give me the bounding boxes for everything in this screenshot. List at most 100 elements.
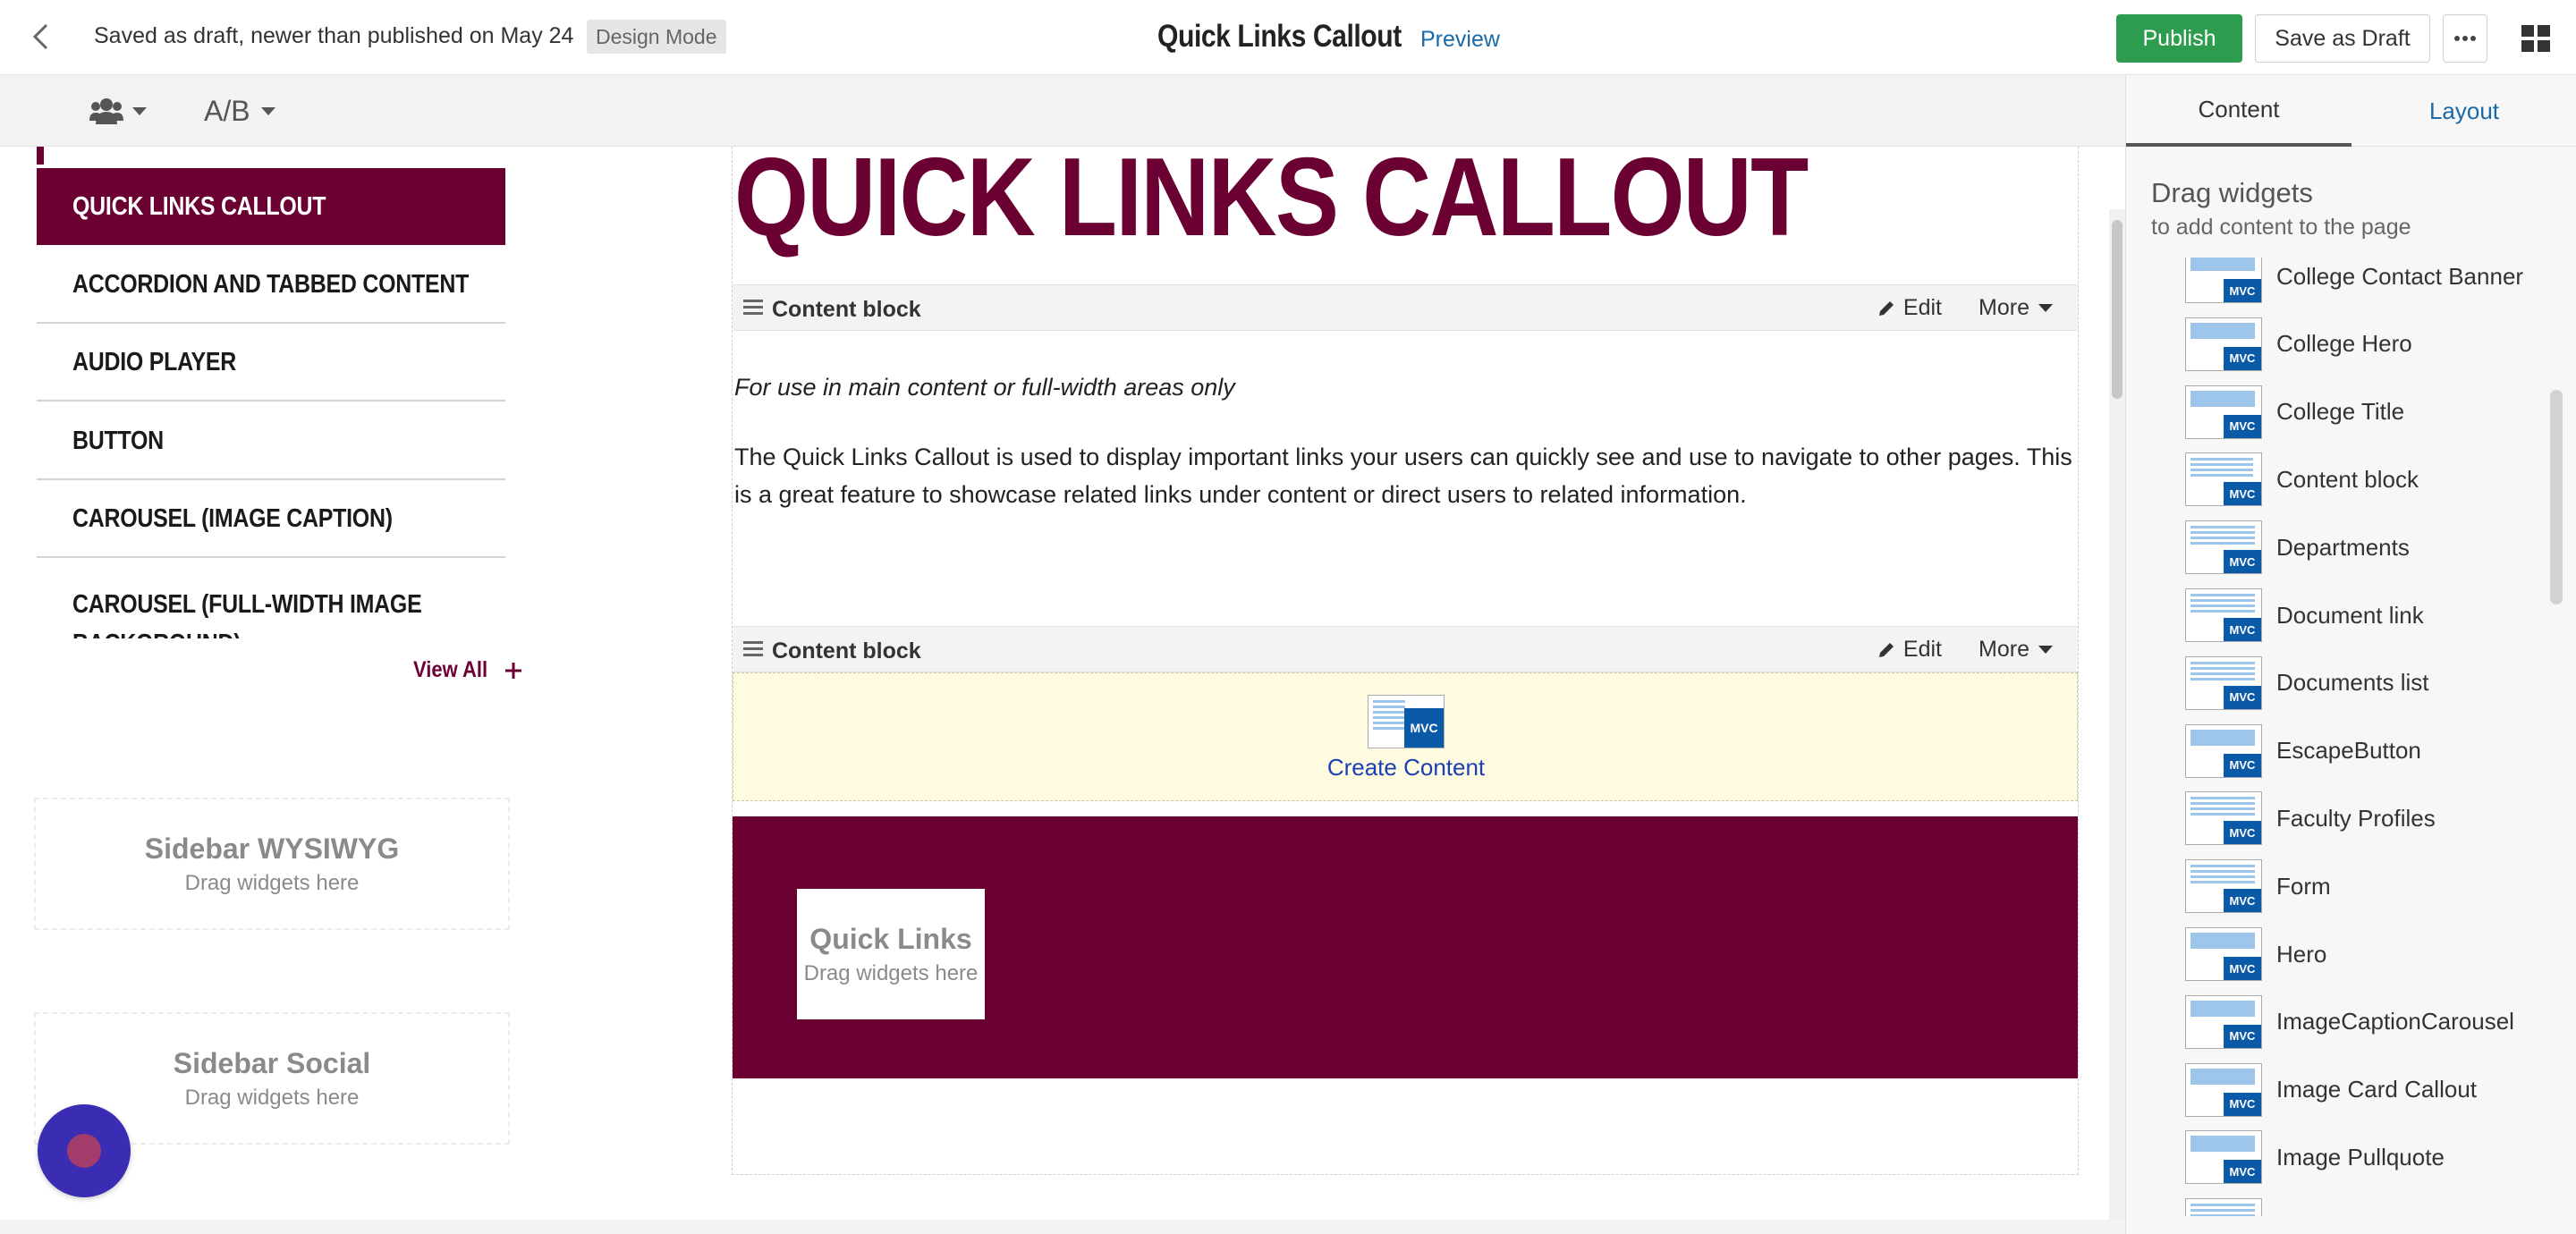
chevron-down-icon (2038, 646, 2053, 654)
hero-icon: MVC (2185, 317, 2262, 371)
widget-name: Form (2276, 872, 2331, 900)
tab-layout[interactable]: Layout (2351, 75, 2576, 147)
edit-button[interactable]: Edit (1877, 637, 1942, 663)
publish-button[interactable]: Publish (2116, 14, 2242, 63)
text-lines-icon: MVC (2185, 452, 2262, 507)
nav-item-quick-links-callout[interactable]: QUICK LINKS CALLOUT (37, 168, 505, 245)
list-icon: MVC (2185, 791, 2262, 846)
documents-icon: MVC (2185, 655, 2262, 710)
hero-icon: MVC (2185, 1130, 2262, 1185)
widget-list-scrollbar[interactable] (2541, 258, 2576, 1216)
mvc-tag: MVC (2224, 821, 2261, 845)
chat-launcher-button[interactable] (38, 1104, 131, 1197)
widget-item[interactable]: MVC Image Card Callout (2185, 1059, 2525, 1121)
widget-name: Documents list (2276, 669, 2429, 697)
dropzone-title: Sidebar Social (173, 1046, 371, 1079)
create-content-button[interactable]: MVC Create Content (733, 673, 2079, 802)
more-label: More (1979, 637, 2029, 662)
drag-handle-icon[interactable] (743, 300, 763, 316)
banner-icon: MVC (2185, 258, 2262, 303)
nav-item-carousel-image-caption[interactable]: CAROUSEL (IMAGE CAPTION) (37, 481, 505, 558)
widget-item[interactable]: MVC Faculty Profiles (2185, 787, 2525, 849)
widget-name: Departments (2276, 533, 2410, 561)
quick-links-callout-section: Quick Links Drag widgets here (733, 816, 2078, 1078)
edit-button[interactable]: Edit (1877, 295, 1942, 321)
apps-grid-button[interactable] (2515, 20, 2556, 57)
document-icon: MVC (2185, 588, 2262, 642)
horizontal-scrollbar[interactable] (0, 1220, 2125, 1234)
ab-test-dropdown[interactable]: A/B (204, 93, 275, 129)
scrollbar-thumb[interactable] (2550, 390, 2563, 604)
more-dropdown[interactable]: More (1979, 295, 2053, 321)
nav-item-label: ACCORDION AND TABBED CONTENT (72, 269, 470, 299)
widget-item[interactable]: MVC Documents list (2185, 652, 2525, 714)
mvc-tag: MVC (2224, 550, 2261, 574)
widget-name: College Contact Banner (2276, 262, 2524, 290)
widget-item[interactable]: MVC Interior Navigation C... (2185, 1194, 2525, 1216)
mvc-tag: MVC (2224, 618, 2261, 641)
back-button[interactable] (20, 16, 61, 57)
content-block-label: Content block (772, 297, 921, 322)
widget-panel: Content Layout Drag widgets to add conte… (2125, 75, 2576, 1234)
widget-item[interactable]: MVC College Hero (2185, 313, 2525, 376)
widget-item[interactable]: MVC College Contact Banner (2185, 258, 2525, 308)
mvc-tag: MVC (2224, 1024, 2261, 1048)
top-bar: Saved as draft, newer than published on … (0, 0, 2576, 75)
nav-item-label: QUICK LINKS CALLOUT (72, 191, 326, 221)
widget-item[interactable]: MVC Document link (2185, 584, 2525, 647)
chevron-down-icon (2038, 304, 2053, 312)
widget-list: MVC College Contact Banner MVC College Hero… (2126, 258, 2541, 1216)
personalization-dropdown[interactable] (89, 93, 147, 129)
widget-name: Content block (2276, 465, 2419, 493)
content-block-label: Content block (772, 638, 921, 663)
canvas-scrollbar[interactable] (2109, 209, 2125, 1220)
widget-item[interactable]: MVC Form (2185, 855, 2525, 917)
widget-item[interactable]: MVC ImageCaptionCarousel (2185, 991, 2525, 1053)
page-title: Quick Links Callout (1157, 19, 1402, 54)
widget-name: EscapeButton (2276, 737, 2421, 765)
widget-item[interactable]: MVC EscapeButton (2185, 720, 2525, 782)
chevron-down-icon (132, 106, 147, 115)
mvc-tag: MVC (2224, 482, 2261, 506)
widget-item[interactable]: MVC Departments (2185, 516, 2525, 579)
preview-link[interactable]: Preview (1420, 27, 1500, 53)
form-icon: MVC (2185, 859, 2262, 914)
drag-handle-icon[interactable] (743, 641, 763, 657)
content-block-icon: MVC (1368, 694, 1445, 748)
widget-item[interactable]: MVC Image Pullquote (2185, 1126, 2525, 1188)
mvc-tag: MVC (2224, 957, 2261, 980)
content-block-toolbar: Content block Edit More (733, 626, 2078, 672)
mvc-tag: MVC (2224, 1092, 2261, 1116)
nav-item-button[interactable]: BUTTON (37, 403, 505, 480)
save-as-draft-button[interactable]: Save as Draft (2255, 14, 2430, 63)
pencil-icon (1878, 300, 1894, 316)
dropzone-title: Sidebar WYSIWYG (144, 832, 400, 865)
hero-icon: MVC (2185, 1062, 2262, 1117)
nav-item-audio-player[interactable]: AUDIO PLAYER (37, 325, 505, 401)
widget-item[interactable]: MVC Hero (2185, 923, 2525, 985)
design-mode-badge: Design Mode (587, 20, 726, 54)
more-dropdown[interactable]: More (1979, 637, 2053, 663)
ab-test-label: A/B (204, 94, 250, 127)
interior-navigation: QUICK LINKS CALLOUT ACCORDION AND TABBED… (37, 147, 505, 638)
dropzone-hint: Drag widgets here (803, 960, 979, 985)
view-all-link[interactable]: View All (413, 657, 522, 683)
quick-links-dropzone[interactable]: Quick Links Drag widgets here (797, 889, 985, 1019)
nav-item-accordion[interactable]: ACCORDION AND TABBED CONTENT (37, 247, 505, 324)
scrollbar-thumb[interactable] (2112, 220, 2123, 399)
nav-item-label: AUDIO PLAYER (72, 347, 237, 376)
panel-tabs: Content Layout (2126, 75, 2576, 147)
users-icon (89, 98, 123, 124)
nav-item-carousel-full-width[interactable]: CAROUSEL (FULL-WIDTH IMAGE BACKGROUND) (37, 560, 505, 638)
more-actions-button[interactable] (2443, 14, 2487, 63)
sidebar-wysiwyg-dropzone[interactable]: Sidebar WYSIWYG Drag widgets here (34, 798, 510, 930)
page-toolbar: A/B (0, 75, 2125, 147)
widget-item[interactable]: MVC College Title (2185, 381, 2525, 444)
nav-item-label: CAROUSEL (FULL-WIDTH IMAGE BACKGROUND) (72, 590, 422, 638)
mvc-tag: MVC (2224, 685, 2261, 709)
list-icon: MVC (2185, 520, 2262, 575)
tab-content[interactable]: Content (2126, 75, 2351, 147)
widget-item[interactable]: MVC Content block (2185, 448, 2525, 511)
widget-name: ImageCaptionCarousel (2276, 1008, 2514, 1035)
nav-item-label: BUTTON (72, 426, 164, 455)
